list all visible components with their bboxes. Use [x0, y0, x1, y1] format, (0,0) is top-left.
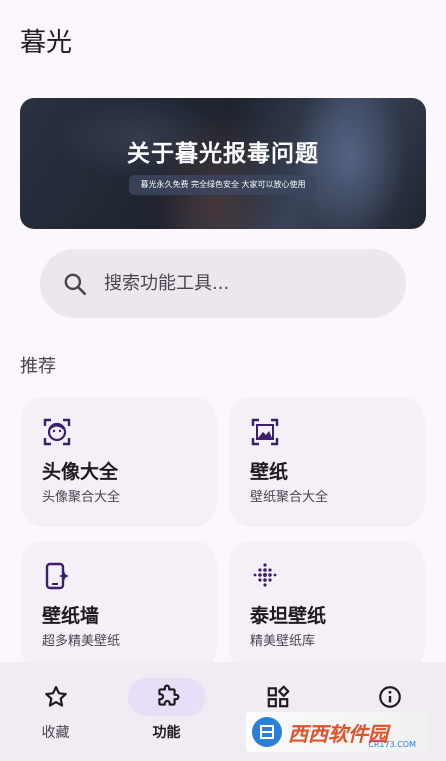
star-icon	[45, 685, 67, 707]
nav-label: 收藏	[41, 725, 70, 741]
search-bar[interactable]	[40, 249, 406, 318]
announcement-banner[interactable]: 关于暮光报毒问题 暮光永久免费 完全绿色安全 大家可以放心使用	[20, 98, 426, 229]
watermark-logo-icon	[252, 717, 282, 747]
nav-pill	[351, 678, 429, 716]
widgets-icon	[267, 685, 290, 708]
search-input[interactable]	[104, 273, 364, 294]
search-icon	[64, 273, 87, 295]
nav-item-features[interactable]: 功能	[111, 662, 222, 761]
card-desc: 精美壁纸库	[250, 634, 316, 649]
nav-pill	[239, 678, 317, 716]
nav-pill	[17, 678, 95, 716]
card-wallpaper[interactable]: 壁纸 壁纸聚合大全	[230, 397, 424, 525]
puzzle-icon	[158, 684, 180, 706]
nav-pill	[128, 678, 206, 716]
card-wallpaper-wall[interactable]: 壁纸墙 超多精美壁纸	[22, 541, 216, 669]
card-titan-wallpaper[interactable]: 泰坦壁纸 精美壁纸库	[230, 541, 424, 669]
watermark-url: CR173.COM	[368, 740, 416, 749]
card-desc: 超多精美壁纸	[42, 634, 121, 649]
card-title: 壁纸墙	[42, 605, 100, 627]
section-title: 推荐	[20, 356, 56, 377]
info-icon	[379, 686, 401, 708]
card-title: 壁纸	[250, 461, 289, 483]
banner-title: 关于暮光报毒问题	[127, 141, 319, 167]
face-icon	[43, 418, 71, 446]
site-watermark: 西西软件园 CR173.COM	[246, 712, 428, 752]
app-title: 暮光	[20, 28, 73, 58]
nav-label: 功能	[152, 725, 181, 741]
card-desc: 壁纸聚合大全	[250, 490, 329, 505]
card-title: 头像大全	[42, 461, 119, 483]
phone-sparkle-icon	[45, 562, 69, 590]
card-desc: 头像聚合大全	[42, 490, 121, 505]
card-title: 泰坦壁纸	[250, 605, 327, 627]
banner-subtitle: 暮光永久免费 完全绿色安全 大家可以放心使用	[129, 175, 317, 195]
card-avatar-collection[interactable]: 头像大全 头像聚合大全	[22, 397, 216, 525]
dots-grid-icon	[253, 563, 277, 587]
image-frame-icon	[251, 418, 279, 446]
nav-item-favorites[interactable]: 收藏	[0, 662, 111, 761]
